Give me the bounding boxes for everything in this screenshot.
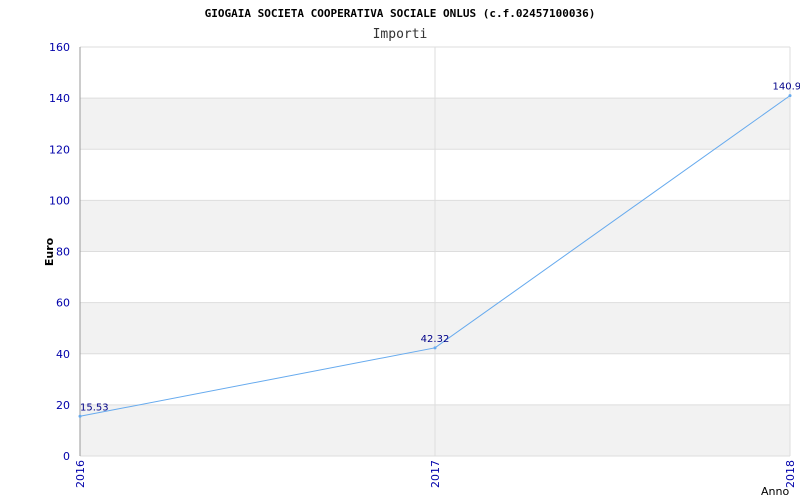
line-chart: GIOGAIA SOCIETA COOPERATIVA SOCIALE ONLU… [43,7,800,498]
y-tick-label: 80 [56,246,70,259]
data-label: 15.53 [80,402,109,413]
data-label: 42.32 [421,334,450,345]
x-tick-label: 2016 [74,460,87,488]
y-tick-label: 40 [56,348,70,361]
y-tick-label: 120 [49,143,70,156]
y-tick-label: 0 [63,450,70,463]
data-point [78,414,82,418]
y-tick-label: 100 [49,194,70,207]
data-point [788,94,792,98]
x-tick-label: 2018 [784,460,797,488]
x-axis-ticks: 2016 2017 2018 [74,460,797,488]
data-label: 140.98 [773,82,800,93]
chart-subtitle: Importi [373,27,428,42]
y-tick-label: 20 [56,399,70,412]
y-tick-label: 60 [56,297,70,310]
y-tick-label: 160 [49,41,70,54]
y-tick-label: 140 [49,92,70,105]
chart-title: GIOGAIA SOCIETA COOPERATIVA SOCIALE ONLU… [205,7,596,20]
data-point [433,346,437,350]
y-axis-label: Euro [43,237,56,266]
x-tick-label: 2017 [429,460,442,488]
x-axis-label: Anno [761,485,789,498]
